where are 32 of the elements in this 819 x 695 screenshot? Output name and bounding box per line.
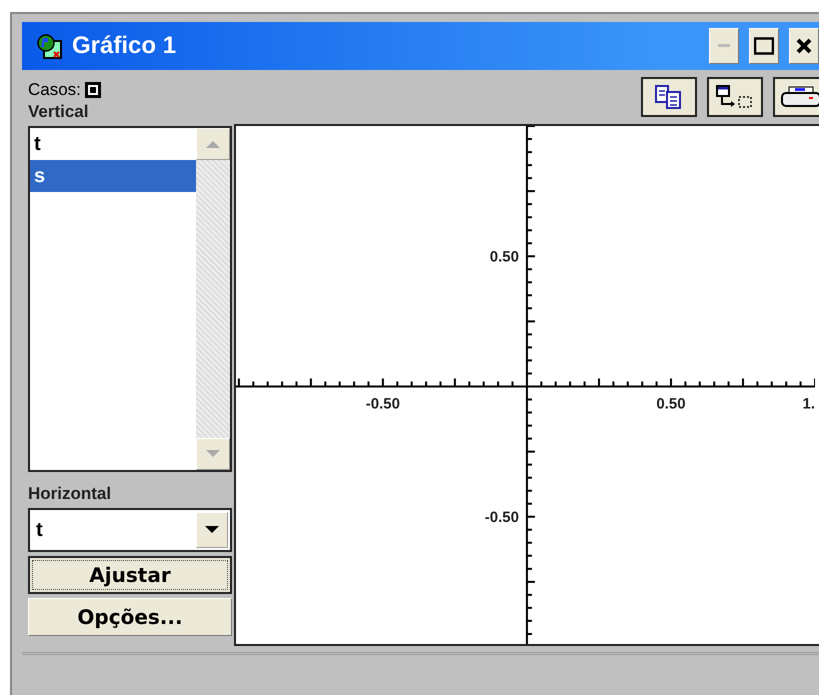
printer-icon	[779, 85, 819, 109]
maximize-button[interactable]	[749, 28, 779, 64]
app-icon	[36, 33, 62, 59]
axis-tick-label: -0.50	[484, 508, 519, 526]
close-icon	[796, 38, 812, 54]
horizontal-dropdown[interactable]: t	[28, 508, 232, 552]
window-title: Gráfico 1	[72, 32, 178, 60]
scroll-down-icon[interactable]	[196, 438, 230, 470]
copy-button[interactable]	[641, 77, 697, 117]
scroll-up-icon[interactable]	[196, 128, 230, 160]
list-item[interactable]: s	[30, 160, 196, 192]
list-item[interactable]: t	[30, 128, 196, 160]
cases-label: Casos:	[28, 80, 81, 100]
axis-tick-label: 0.50	[490, 248, 519, 266]
copy-icon	[654, 84, 684, 110]
scrollbar[interactable]	[196, 128, 230, 470]
action-button[interactable]: Ajustar	[28, 556, 232, 594]
axis-tick-label: 1.	[802, 396, 815, 412]
cases-checkbox[interactable]	[84, 81, 102, 99]
minimize-button[interactable]	[709, 28, 739, 64]
axis-tick-label: -0.50	[366, 396, 400, 412]
export-button[interactable]	[707, 77, 763, 117]
minimize-icon	[718, 44, 730, 48]
horizontal-label: Horizontal	[28, 484, 112, 504]
action-button[interactable]: Opções...	[28, 598, 232, 636]
window-arrow-icon	[715, 84, 755, 110]
dropdown-caret-icon	[205, 526, 219, 534]
close-button[interactable]	[789, 28, 819, 64]
vertical-label: Vertical	[28, 102, 90, 122]
print-button[interactable]	[773, 77, 819, 117]
axis-tick-label: 0.50	[656, 396, 686, 412]
maximize-icon	[754, 37, 774, 55]
